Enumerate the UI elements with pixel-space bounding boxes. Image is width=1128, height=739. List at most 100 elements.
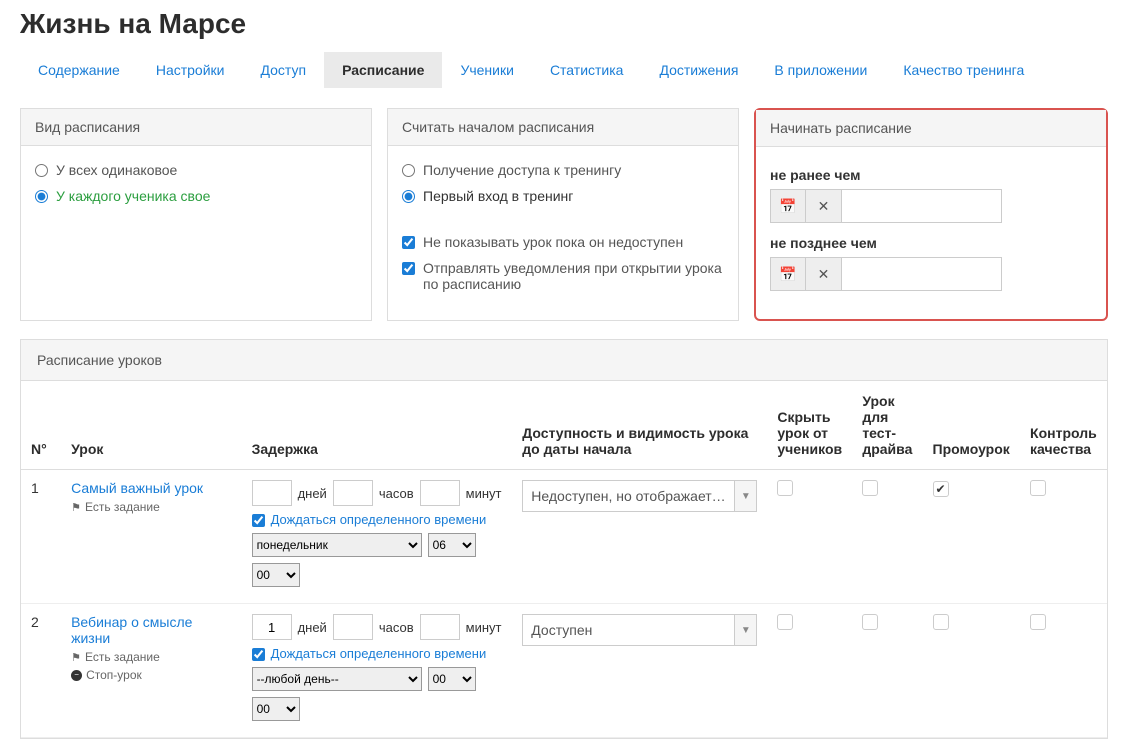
cell-num: 2 (21, 604, 61, 738)
cell-hide (767, 470, 852, 604)
wait-checkbox[interactable] (252, 648, 265, 661)
radio-input[interactable] (35, 190, 48, 203)
radio-first-login[interactable]: Первый вход в тренинг (402, 188, 724, 204)
radio-input[interactable] (402, 164, 415, 177)
wait-label: Дождаться определенного времени (271, 646, 487, 661)
dropdown-caret[interactable]: ▼ (735, 480, 757, 512)
checkbox[interactable] (1030, 480, 1046, 496)
cell-promo (923, 470, 1020, 604)
checkbox-label: Отправлять уведомления при открытии урок… (423, 260, 724, 292)
wait-checkbox[interactable] (252, 514, 265, 527)
flag-icon: ⚑ (71, 501, 81, 514)
label-not-earlier: не ранее чем (770, 167, 1092, 183)
stop-icon: − (71, 670, 82, 681)
checkbox[interactable] (777, 480, 793, 496)
hour-select[interactable]: 00 (428, 667, 476, 691)
days-label: дней (298, 486, 327, 501)
checkbox[interactable] (933, 481, 949, 497)
col-testdrive: Урок для тест-драйва (852, 381, 922, 470)
hours-label: часов (379, 486, 414, 501)
availability-select[interactable]: Доступен (522, 614, 735, 646)
radio-access-granted[interactable]: Получение доступа к тренингу (402, 162, 724, 178)
mins-label: минут (466, 620, 502, 635)
not-earlier-input[interactable] (842, 189, 1002, 223)
panel-schedule-type: Вид расписания У всех одинаковое У каждо… (20, 108, 372, 321)
day-select[interactable]: понедельник (252, 533, 422, 557)
cell-qc (1020, 470, 1107, 604)
cell-qc (1020, 604, 1107, 738)
checkbox[interactable] (777, 614, 793, 630)
col-lesson: Урок (61, 381, 241, 470)
wait-label: Дождаться определенного времени (271, 512, 487, 527)
col-num: N° (21, 381, 61, 470)
not-later-input[interactable] (842, 257, 1002, 291)
days-input[interactable] (252, 614, 292, 640)
days-input[interactable] (252, 480, 292, 506)
panel-header: Начинать расписание (756, 110, 1106, 147)
check-hide-unavailable[interactable]: Не показывать урок пока он недоступен (402, 234, 724, 250)
radio-label: Получение доступа к тренингу (423, 162, 621, 178)
radio-per-student[interactable]: У каждого ученика свое (35, 188, 357, 204)
flag-icon: ⚑ (71, 651, 81, 664)
calendar-button[interactable]: 📅 (770, 257, 806, 291)
calendar-icon: 📅 (779, 266, 796, 283)
lesson-link[interactable]: Вебинар о смысле жизни (71, 614, 231, 646)
tab-ученики[interactable]: Ученики (442, 52, 531, 88)
clear-button[interactable]: ✕ (806, 189, 842, 223)
hours-input[interactable] (333, 480, 373, 506)
panel-schedule-start: Считать началом расписания Получение дос… (387, 108, 739, 321)
mins-input[interactable] (420, 614, 460, 640)
mins-input[interactable] (420, 480, 460, 506)
checkbox[interactable] (933, 614, 949, 630)
page-title: Жизнь на Марсе (20, 8, 1108, 40)
panel-header: Считать началом расписания (388, 109, 738, 146)
radio-input[interactable] (35, 164, 48, 177)
col-hide: Скрыть урок от учеников (767, 381, 852, 470)
radio-label: У каждого ученика свое (56, 188, 210, 204)
availability-select[interactable]: Недоступен, но отображает… (522, 480, 735, 512)
minute-select[interactable]: 00 (252, 697, 300, 721)
hours-label: часов (379, 620, 414, 635)
tab-доступ[interactable]: Доступ (242, 52, 324, 88)
cell-num: 1 (21, 470, 61, 604)
hours-input[interactable] (333, 614, 373, 640)
mins-label: минут (466, 486, 502, 501)
table-row: 2 Вебинар о смысле жизни ⚑ Есть задание … (21, 604, 1107, 738)
radio-input[interactable] (402, 190, 415, 203)
dropdown-caret[interactable]: ▼ (735, 614, 757, 646)
section-header: Расписание уроков (21, 340, 1107, 381)
calendar-icon: 📅 (779, 198, 796, 215)
tab-качество-тренинга[interactable]: Качество тренинга (885, 52, 1042, 88)
checkbox-input[interactable] (402, 262, 415, 275)
minute-select[interactable]: 00 (252, 563, 300, 587)
check-send-notifications[interactable]: Отправлять уведомления при открытии урок… (402, 260, 724, 292)
cell-promo (923, 604, 1020, 738)
day-select[interactable]: --любой день-- (252, 667, 422, 691)
panel-start-schedule: Начинать расписание не ранее чем 📅 ✕ не … (754, 108, 1108, 321)
lesson-meta-stop: − Стоп-урок (71, 668, 231, 682)
checkbox[interactable] (862, 480, 878, 496)
lesson-schedule-section: Расписание уроков N° Урок Задержка Досту… (20, 339, 1108, 739)
tab-достижения[interactable]: Достижения (641, 52, 756, 88)
schedule-table: N° Урок Задержка Доступность и видимость… (21, 381, 1107, 738)
checkbox-input[interactable] (402, 236, 415, 249)
radio-same-for-all[interactable]: У всех одинаковое (35, 162, 357, 178)
radio-label: Первый вход в тренинг (423, 188, 573, 204)
tab-статистика[interactable]: Статистика (532, 52, 642, 88)
tab-расписание[interactable]: Расписание (324, 52, 442, 88)
lesson-link[interactable]: Самый важный урок (71, 480, 231, 496)
checkbox[interactable] (1030, 614, 1046, 630)
calendar-button[interactable]: 📅 (770, 189, 806, 223)
col-promo: Промоурок (923, 381, 1020, 470)
tab-в-приложении[interactable]: В приложении (756, 52, 885, 88)
tabs: СодержаниеНастройкиДоступРасписаниеУчени… (20, 52, 1108, 88)
col-delay: Задержка (242, 381, 513, 470)
hour-select[interactable]: 06 (428, 533, 476, 557)
col-avail: Доступность и видимость урока до даты на… (512, 381, 767, 470)
cell-hide (767, 604, 852, 738)
tab-содержание[interactable]: Содержание (20, 52, 138, 88)
tab-настройки[interactable]: Настройки (138, 52, 243, 88)
col-qc: Контроль качества (1020, 381, 1107, 470)
checkbox[interactable] (862, 614, 878, 630)
clear-button[interactable]: ✕ (806, 257, 842, 291)
